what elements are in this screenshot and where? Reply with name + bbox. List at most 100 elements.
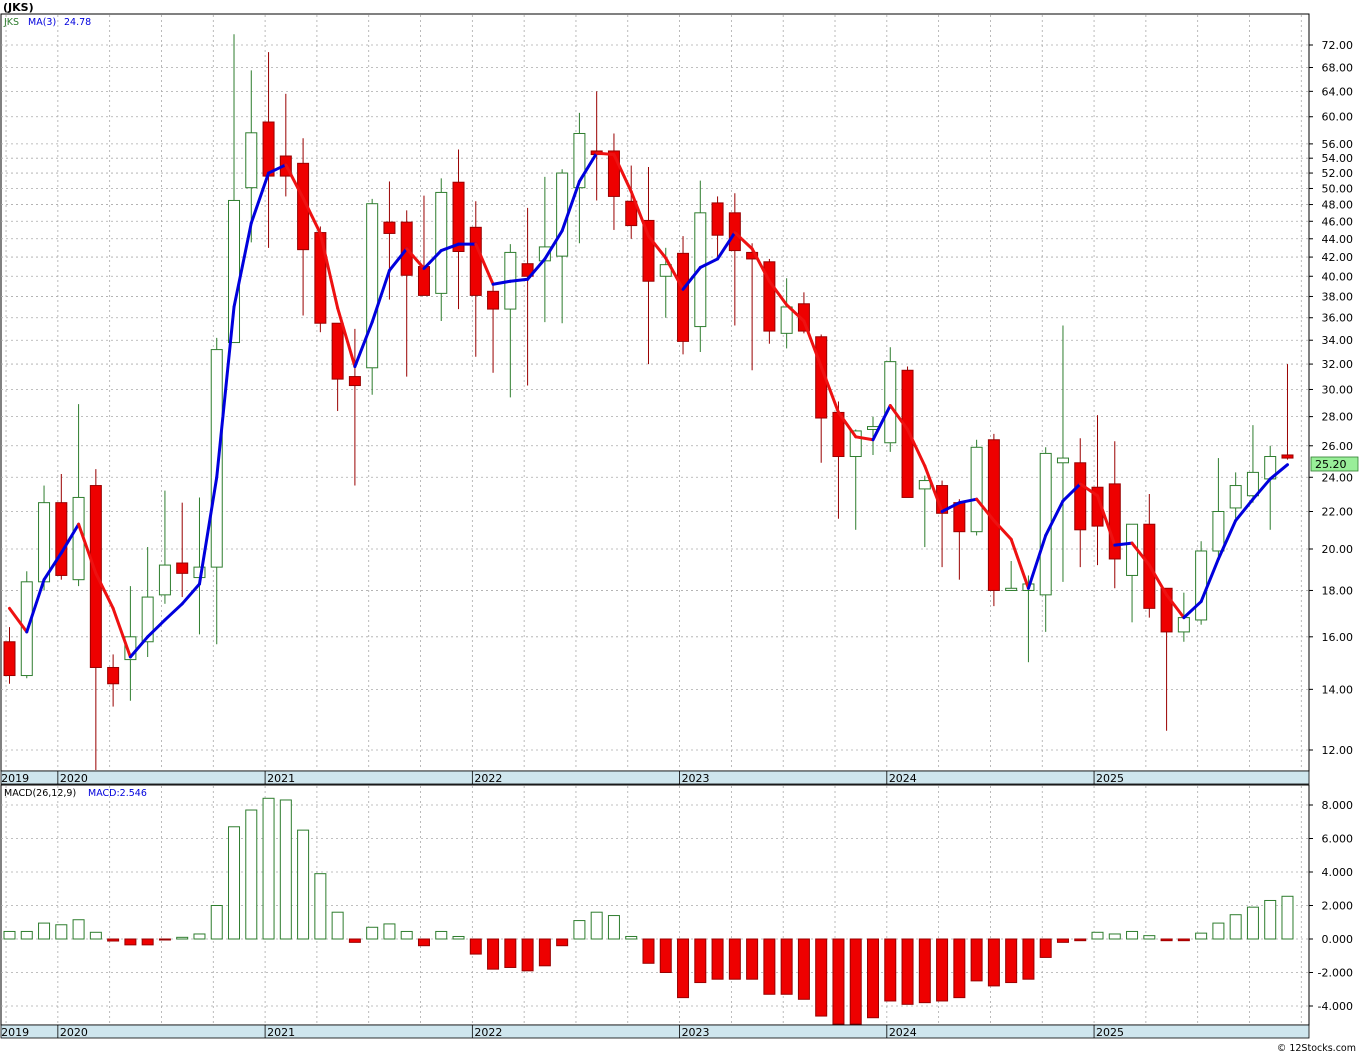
macd-bar-negative bbox=[1022, 938, 1035, 980]
candle-down bbox=[55, 502, 68, 576]
macd-bar-negative bbox=[1074, 938, 1087, 942]
macd-bar-negative bbox=[780, 938, 793, 995]
macd-bar-negative bbox=[728, 938, 741, 980]
candle-up bbox=[245, 132, 258, 189]
candle-down bbox=[262, 121, 275, 177]
price-tick-label: 40.00 bbox=[1322, 270, 1354, 283]
macd-bar-positive bbox=[400, 930, 413, 940]
price-tick-label: 68.00 bbox=[1322, 61, 1354, 74]
candle-down bbox=[469, 226, 482, 296]
macd-bar-positive bbox=[89, 931, 102, 940]
legend-ma-value: 24.78 bbox=[64, 17, 91, 28]
candle-down bbox=[1108, 483, 1121, 560]
macd-xtick-label: 2023 bbox=[682, 1026, 710, 1039]
price-tick-label: 16.00 bbox=[1322, 631, 1354, 644]
macd-bar-positive bbox=[210, 905, 223, 940]
macd-bar-negative bbox=[797, 938, 810, 1000]
macd-bar-negative bbox=[521, 938, 534, 972]
price-tick-label: 20.00 bbox=[1322, 543, 1354, 556]
macd-bar-positive bbox=[435, 930, 448, 940]
macd-bar-negative bbox=[936, 938, 949, 1002]
macd-bar-positive bbox=[314, 873, 327, 940]
macd-bar-positive bbox=[1108, 933, 1121, 940]
candle-up bbox=[158, 564, 171, 596]
macd-bar-positive bbox=[297, 829, 310, 940]
macd-bar-negative bbox=[832, 938, 845, 1025]
ma-segment bbox=[595, 151, 616, 157]
macd-bar-positive bbox=[55, 924, 68, 940]
price-xtick-label: 2021 bbox=[267, 772, 295, 785]
macd-bar-positive bbox=[366, 926, 379, 940]
price-tick-label: 54.00 bbox=[1322, 152, 1354, 165]
price-panel bbox=[0, 13, 1310, 772]
price-xtick-label: 2022 bbox=[474, 772, 502, 785]
macd-bar-positive bbox=[193, 933, 206, 940]
macd-bar-negative bbox=[556, 938, 569, 947]
price-tick-label: 64.00 bbox=[1322, 85, 1354, 98]
candle-up bbox=[1212, 511, 1225, 552]
price-tick-label: 26.00 bbox=[1322, 440, 1354, 453]
macd-tick-label: 6.000 bbox=[1322, 833, 1354, 846]
candle-up bbox=[1195, 550, 1208, 621]
candle-up bbox=[884, 361, 897, 444]
candle-down bbox=[417, 266, 430, 296]
last-price-badge: 25.20 bbox=[1315, 458, 1347, 471]
macd-bar-positive bbox=[1212, 922, 1225, 940]
macd-label: MACD(26,12,9) bbox=[4, 788, 76, 799]
macd-xtick-label: 2020 bbox=[60, 1026, 88, 1039]
candle-up bbox=[1229, 485, 1242, 509]
macd-bar-negative bbox=[711, 938, 724, 980]
macd-bar-positive bbox=[245, 809, 258, 940]
macd-bar-negative bbox=[884, 938, 897, 1002]
candle-down bbox=[1074, 462, 1087, 531]
macd-bar-positive bbox=[1246, 906, 1259, 940]
macd-bar-negative bbox=[901, 938, 914, 1005]
macd-bar-positive bbox=[1143, 935, 1156, 940]
price-tick-label: 14.00 bbox=[1322, 683, 1354, 696]
macd-xtick-label: 2019 bbox=[1, 1026, 29, 1039]
macd-bar-negative bbox=[124, 938, 137, 946]
macd-bar-positive bbox=[38, 922, 51, 940]
candle-up bbox=[1246, 471, 1259, 497]
macd-bar-negative bbox=[849, 938, 862, 1025]
price-tick-label: 30.00 bbox=[1322, 383, 1354, 396]
ma-segment bbox=[1113, 541, 1134, 547]
macd-bar-negative bbox=[504, 938, 517, 968]
footer-credit: © 12Stocks.com bbox=[1277, 1043, 1356, 1054]
candle-up bbox=[1177, 617, 1190, 633]
macd-tick-label: 0.000 bbox=[1322, 933, 1354, 946]
macd-bar-negative bbox=[487, 938, 500, 970]
ma-segment bbox=[508, 277, 530, 283]
macd-bar-positive bbox=[1126, 930, 1139, 940]
candle-down bbox=[107, 666, 120, 685]
macd-bar-positive bbox=[383, 923, 396, 940]
price-tick-label: 34.00 bbox=[1322, 334, 1354, 347]
macd-bar-positive bbox=[1229, 914, 1242, 940]
macd-bar-negative bbox=[987, 938, 1000, 987]
price-tick-label: 52.00 bbox=[1322, 167, 1354, 180]
price-tick-label: 18.00 bbox=[1322, 584, 1354, 597]
candle-up bbox=[366, 203, 379, 369]
macd-bar-positive bbox=[1195, 932, 1208, 940]
stock-chart: 12.00 14.00 16.00 18.00 20.00 22.00 24.00 26.00… bbox=[0, 1, 1359, 1054]
macd-axis-ticks: 8.000 6.000 4.000 2.000 0.000 -2.000 -4.000 bbox=[1309, 799, 1353, 1013]
chart-title: (JKS) bbox=[3, 1, 34, 14]
candle-up bbox=[38, 502, 51, 583]
macd-bar-negative bbox=[746, 938, 759, 980]
price-tick-label: 38.00 bbox=[1322, 290, 1354, 303]
candle-down bbox=[711, 202, 724, 236]
candle-down bbox=[953, 502, 966, 533]
macd-bar-negative bbox=[918, 938, 931, 1004]
macd-bar-negative bbox=[694, 938, 707, 984]
macd-bar-negative bbox=[659, 938, 672, 973]
candle-up bbox=[1005, 587, 1018, 591]
price-tick-label: 24.00 bbox=[1322, 471, 1354, 484]
macd-value-label: MACD:2.546 bbox=[88, 788, 147, 799]
macd-bar-positive bbox=[228, 826, 241, 940]
macd-bar-positive bbox=[1264, 899, 1277, 940]
candle-down bbox=[487, 290, 500, 310]
candle-down bbox=[348, 376, 361, 387]
macd-bar-negative bbox=[417, 938, 430, 947]
candle-up bbox=[1056, 457, 1069, 464]
macd-tick-label: 4.000 bbox=[1322, 866, 1354, 879]
